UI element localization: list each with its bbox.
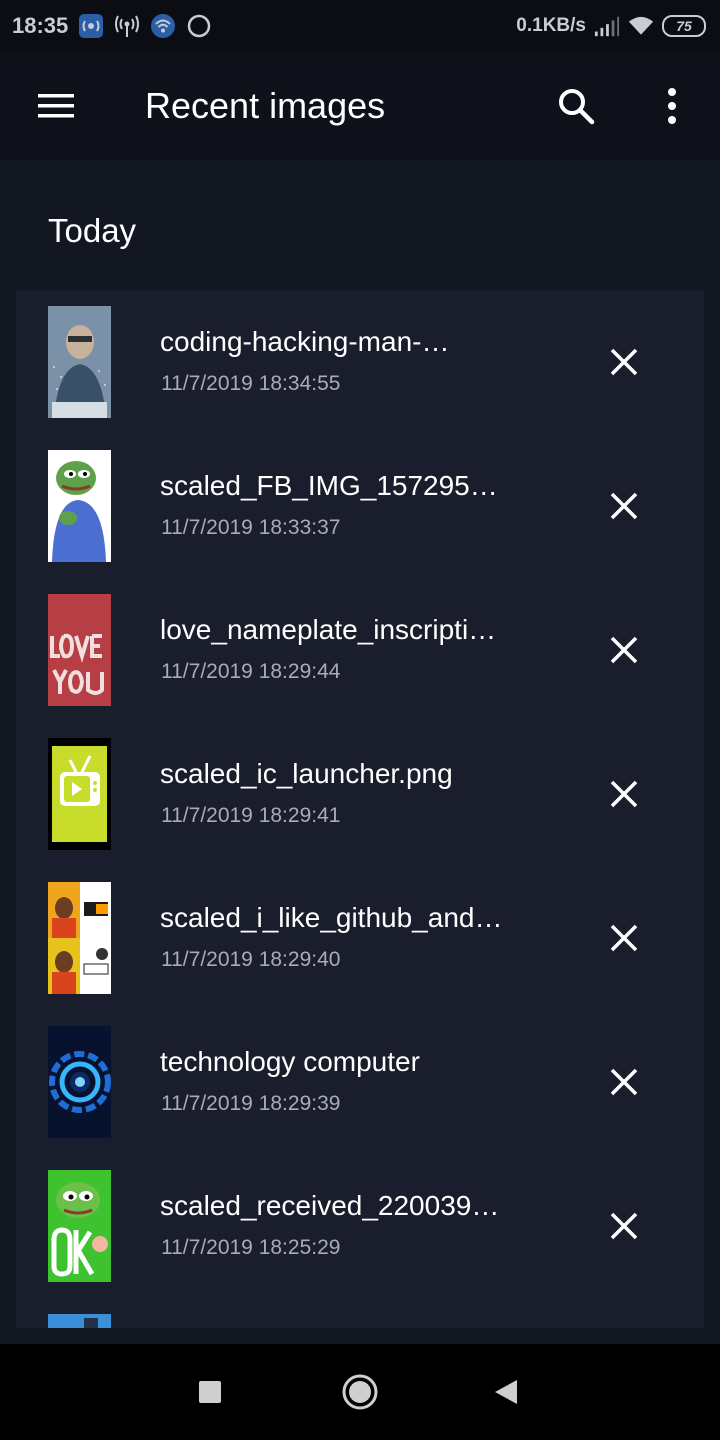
item-timestamp: 11/7/2019 18:29:39: [161, 1092, 341, 1115]
item-timestamp: 11/7/2019 18:29:44: [161, 660, 341, 683]
item-timestamp: 11/7/2019 18:34:55: [161, 372, 341, 395]
network-speed: 0.1KB/s: [516, 15, 586, 36]
remove-button[interactable]: [600, 482, 648, 530]
remove-button[interactable]: [600, 914, 648, 962]
battery-indicator: 75: [662, 15, 706, 37]
signal-icon: [594, 13, 620, 39]
list-item-partial[interactable]: [16, 1298, 704, 1328]
recents-icon: [199, 1381, 221, 1403]
close-icon: [610, 348, 638, 376]
close-icon: [610, 636, 638, 664]
navigation-bar: [0, 1344, 720, 1440]
thumbnail-love-you-sign: [48, 594, 111, 706]
list-item[interactable]: coding-hacking-man-… 11/7/2019 18:34:55: [16, 290, 704, 434]
circle-icon: [186, 13, 212, 39]
menu-button[interactable]: [30, 82, 82, 130]
item-name: love_nameplate_inscripti…: [160, 614, 497, 645]
remove-button[interactable]: [600, 770, 648, 818]
home-button[interactable]: [336, 1368, 384, 1416]
item-name: scaled_FB_IMG_157295…: [160, 470, 498, 501]
recent-images-list: coding-hacking-man-… 11/7/2019 18:34:55 …: [16, 290, 704, 1328]
home-icon: [342, 1374, 378, 1410]
item-name: coding-hacking-man-…: [160, 326, 450, 357]
menu-icon: [38, 94, 74, 118]
item-name: scaled_received_220039…: [160, 1190, 500, 1221]
app-bar: Recent images: [0, 52, 720, 160]
search-icon: [559, 89, 595, 125]
wifi-circle-icon: [150, 13, 176, 39]
back-icon: [495, 1380, 517, 1404]
item-timestamp: 11/7/2019 18:25:29: [161, 1236, 341, 1259]
close-icon: [610, 1212, 638, 1240]
item-name: technology computer: [160, 1046, 420, 1077]
more-options-button[interactable]: [650, 80, 694, 132]
item-timestamp: 11/7/2019 18:33:37: [161, 516, 341, 539]
hotspot-icon: [114, 13, 140, 39]
more-vert-icon: [668, 88, 676, 124]
item-name: scaled_i_like_github_and…: [160, 902, 503, 933]
recents-button[interactable]: [186, 1368, 234, 1416]
thumbnail-pepe-ok: [48, 1170, 111, 1282]
status-time: 18:35: [12, 13, 69, 38]
thumbnail-blue-tech-circle: [48, 1026, 111, 1138]
search-button[interactable]: [550, 80, 602, 132]
close-icon: [610, 924, 638, 952]
remove-button[interactable]: [600, 338, 648, 386]
page-title: Recent images: [145, 85, 386, 126]
back-button[interactable]: [482, 1368, 530, 1416]
close-icon: [610, 492, 638, 520]
section-header-today: Today: [48, 212, 137, 249]
thumbnail-drake-github-meme: [48, 882, 111, 994]
remove-button[interactable]: [600, 1058, 648, 1106]
remove-button[interactable]: [600, 1202, 648, 1250]
list-item[interactable]: scaled_i_like_github_and… 11/7/2019 18:2…: [16, 866, 704, 1010]
thumbnail-partial: [48, 1314, 111, 1328]
list-item[interactable]: scaled_ic_launcher.png 11/7/2019 18:29:4…: [16, 722, 704, 866]
remove-button[interactable]: [600, 626, 648, 674]
status-bar: 18:35 0.1KB/s 75: [0, 0, 720, 52]
thumbnail-pepe-frog-hoodie: [48, 450, 111, 562]
item-timestamp: 11/7/2019 18:29:41: [161, 804, 341, 827]
wifi-icon: [628, 13, 654, 39]
item-name: scaled_ic_launcher.png: [160, 758, 453, 789]
thumbnail-man-with-code: [48, 306, 111, 418]
close-icon: [610, 780, 638, 808]
close-icon: [610, 1068, 638, 1096]
list-item[interactable]: scaled_FB_IMG_157295… 11/7/2019 18:33:37: [16, 434, 704, 578]
tethering-icon: [78, 13, 104, 39]
item-timestamp: 11/7/2019 18:29:40: [161, 948, 341, 971]
list-item[interactable]: technology computer 11/7/2019 18:29:39: [16, 1010, 704, 1154]
list-item[interactable]: scaled_received_220039… 11/7/2019 18:25:…: [16, 1154, 704, 1298]
thumbnail-tv-launcher-icon: [48, 738, 111, 850]
list-item[interactable]: love_nameplate_inscripti… 11/7/2019 18:2…: [16, 578, 704, 722]
